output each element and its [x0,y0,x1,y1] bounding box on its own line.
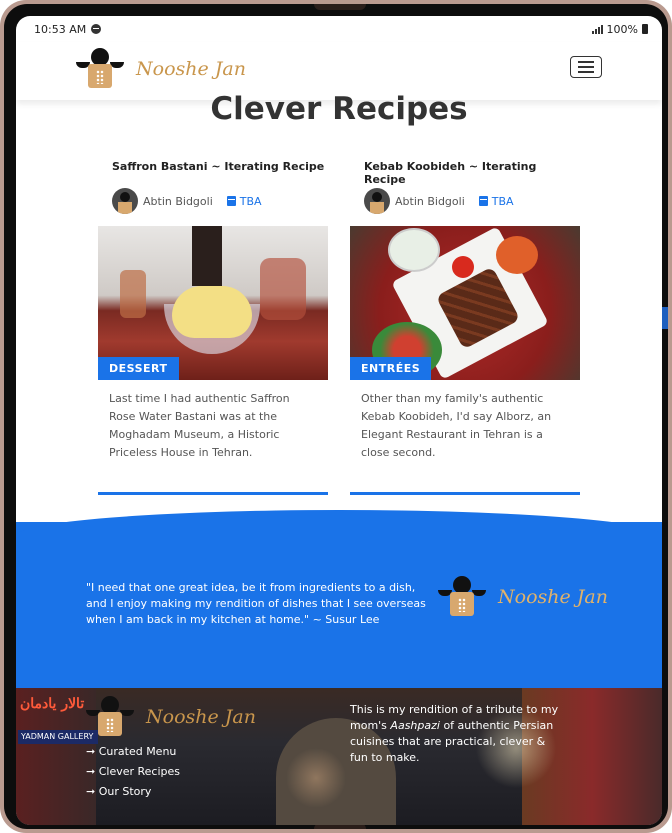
site-footer: تالار یادمان YADMAN GALLERY Nooshe Jan ➞… [16,688,662,825]
status-bar: 10:53 AM 100% [16,16,662,42]
avatar [112,188,138,214]
post-date[interactable]: TBA [492,195,514,208]
device-bezel: 10:53 AM 100% Nooshe Jan Clever Recipes … [4,4,668,829]
battery-icon [642,24,648,34]
hamburger-menu-icon [578,61,594,63]
quote-text: "I need that one great idea, be it from … [86,581,426,626]
page-title: Clever Recipes [210,91,468,127]
recipe-meta: Abtin Bidgoli TBA [350,188,580,214]
brand-name: Nooshe Jan [136,58,246,80]
recipe-excerpt: Other than my family's authentic Kebab K… [361,392,552,459]
recipe-card[interactable]: Saffron Bastani ~ Iterating Recipe Abtin… [98,160,328,495]
footer-link-our-story[interactable]: ➞ Our Story [86,782,180,802]
brand-name: Nooshe Jan [146,706,256,728]
footer-nav: ➞ Curated Menu ➞ Clever Recipes ➞ Our St… [86,742,180,802]
avatar [364,188,390,214]
quote-logo: Nooshe Jan [438,576,608,618]
brand-name: Nooshe Jan [498,586,608,608]
category-badge[interactable]: DESSERT [98,357,179,380]
recipe-excerpt: Last time I had authentic Saffron Rose W… [109,392,290,459]
recipe-meta: Abtin Bidgoli TBA [98,188,328,214]
post-date[interactable]: TBA [240,195,262,208]
device-frame: 10:53 AM 100% Nooshe Jan Clever Recipes … [0,0,672,833]
card-divider [350,492,580,495]
hamburger-menu-button[interactable] [570,56,602,78]
screen: 10:53 AM 100% Nooshe Jan Clever Recipes … [16,16,662,825]
calendar-icon [478,196,488,206]
card-divider [98,492,328,495]
chef-logo-icon [438,576,486,618]
footer-link-clever-recipes[interactable]: ➞ Clever Recipes [86,762,180,782]
shop-sign: تالار یادمان [20,696,85,712]
battery-percent: 100% [606,22,638,36]
footer-link-curated-menu[interactable]: ➞ Curated Menu [86,742,180,762]
site-logo[interactable]: Nooshe Jan [76,48,246,90]
recipe-image[interactable]: DESSERT [98,226,328,380]
recipe-title-link[interactable]: Saffron Bastani ~ Iterating Recipe [98,160,328,176]
quote-section: "I need that one great idea, be it from … [16,510,662,688]
footer-about-text: This is my rendition of a tribute to my … [350,703,559,764]
chef-logo-icon [86,696,134,738]
recipe-image[interactable]: ENTRÉES [350,226,580,380]
spotify-icon [91,24,102,34]
status-time: 10:53 AM [34,22,87,36]
calendar-icon [226,196,236,206]
category-badge[interactable]: ENTRÉES [350,357,432,380]
recipe-title-link[interactable]: Kebab Koobideh ~ Iterating Recipe [350,160,580,186]
signal-icon [591,24,603,34]
chef-logo-icon [76,48,124,90]
recipe-card[interactable]: Kebab Koobideh ~ Iterating Recipe Abtin … [350,160,580,495]
author-name[interactable]: Abtin Bidgoli [143,195,213,208]
author-name[interactable]: Abtin Bidgoli [395,195,465,208]
footer-logo[interactable]: Nooshe Jan [86,696,256,738]
wave-divider [16,510,662,536]
hinge-top [314,4,366,10]
